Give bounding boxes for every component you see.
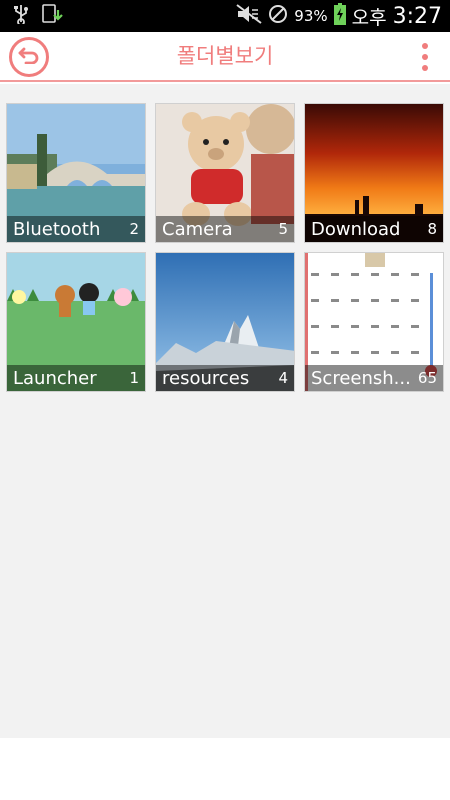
folder-tile-bluetooth[interactable]: Bluetooth 2 — [6, 103, 146, 243]
folder-tile-screenshots[interactable]: Screensh... 65 — [304, 252, 444, 392]
folder-grid-area: Bluetooth 2 Camera 5 Download 8 Launcher… — [0, 84, 450, 738]
back-arrow-icon — [18, 46, 40, 68]
folder-name: Screensh... — [311, 367, 411, 389]
download-status-icon — [42, 4, 64, 28]
page-title: 폴더별보기 — [176, 44, 274, 68]
more-vert-icon — [422, 43, 428, 49]
folder-tile-camera[interactable]: Camera 5 — [155, 103, 295, 243]
folder-count: 2 — [129, 220, 139, 238]
clock-ampm: 오후 — [351, 6, 387, 29]
folder-count: 4 — [278, 369, 288, 387]
app-bar: 폴더별보기 — [0, 32, 450, 82]
folder-name: resources — [162, 367, 250, 389]
back-button[interactable] — [9, 37, 49, 77]
mute-icon — [236, 4, 262, 28]
folder-count: 8 — [427, 220, 437, 238]
clock-time: 3:27 — [392, 3, 442, 29]
folder-name: Camera — [162, 218, 233, 240]
folder-tile-launcher[interactable]: Launcher 1 — [6, 252, 146, 392]
battery-charging-icon — [333, 3, 346, 29]
folder-name: Bluetooth — [13, 218, 101, 240]
folder-name: Download — [311, 218, 401, 240]
usb-icon — [14, 4, 28, 28]
bottom-area — [0, 738, 450, 800]
folder-name: Launcher — [13, 367, 97, 389]
status-bar: 93% 오후 3:27 — [0, 0, 450, 32]
folder-count: 5 — [278, 220, 288, 238]
more-options-button[interactable] — [418, 43, 432, 71]
no-disturb-icon — [268, 4, 288, 28]
battery-percent: 93% — [294, 7, 328, 25]
folder-count: 65 — [417, 369, 437, 387]
folder-tile-download[interactable]: Download 8 — [304, 103, 444, 243]
folder-count: 1 — [129, 369, 139, 387]
folder-tile-resources[interactable]: resources 4 — [155, 252, 295, 392]
